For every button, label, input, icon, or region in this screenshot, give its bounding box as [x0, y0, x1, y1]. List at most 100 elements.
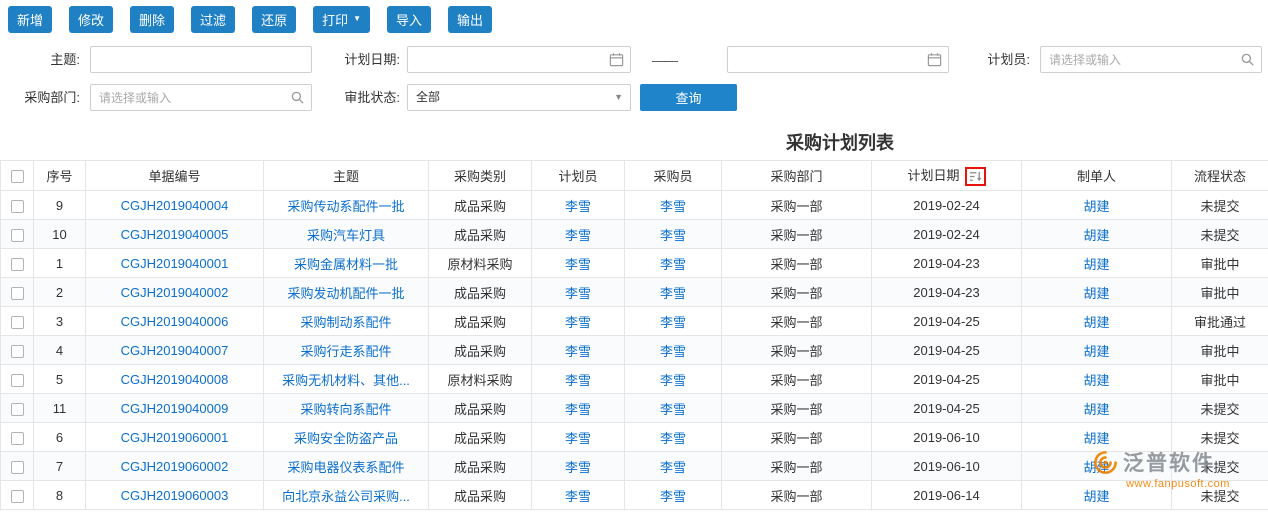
subject-link[interactable]: 采购无机材料、其他...	[282, 373, 410, 388]
planner-link[interactable]: 李雪	[565, 315, 591, 330]
add-button[interactable]: 新增	[8, 5, 53, 33]
planner-cell: 李雪	[531, 393, 625, 423]
purchaser-link[interactable]: 李雪	[660, 489, 686, 504]
subject-cell: 采购转向系配件	[263, 393, 429, 423]
subject-link[interactable]: 向北京永益公司采购...	[282, 489, 410, 504]
purchaser-link[interactable]: 李雪	[660, 315, 686, 330]
creator-link[interactable]: 胡建	[1083, 344, 1109, 359]
plan-date-label: 计划日期:	[344, 52, 400, 67]
header-plan-date[interactable]: 计划日期	[871, 160, 1022, 191]
row-checkbox[interactable]	[10, 431, 24, 445]
doc_no-link[interactable]: CGJH2019040001	[121, 256, 229, 271]
row-checkbox[interactable]	[10, 373, 24, 387]
row-checkbox[interactable]	[10, 402, 24, 416]
subject-link[interactable]: 采购发动机配件一批	[287, 286, 404, 301]
row-checkbox[interactable]	[10, 315, 24, 329]
purchaser-link[interactable]: 李雪	[660, 373, 686, 388]
table-row: 2 CGJH2019040002 采购发动机配件一批 成品采购 李雪 李雪 采购一部 2019…	[0, 277, 1268, 307]
doc_no-link[interactable]: CGJH2019060003	[121, 488, 229, 503]
planner-link[interactable]: 李雪	[565, 257, 591, 272]
subject-link[interactable]: 采购汽车灯具	[307, 228, 385, 243]
doc_no-link[interactable]: CGJH2019060001	[121, 430, 229, 445]
filter-button[interactable]: 过滤	[191, 5, 236, 33]
row-checkbox[interactable]	[10, 199, 24, 213]
row-checkbox[interactable]	[10, 228, 24, 242]
row-checkbox[interactable]	[10, 460, 24, 474]
planner-label: 计划员:	[987, 52, 1030, 67]
import-button[interactable]: 导入	[387, 5, 432, 33]
plan-date-to-input[interactable]	[727, 46, 949, 73]
plan_date-cell: 2019-04-25	[871, 306, 1022, 336]
creator-link[interactable]: 胡建	[1083, 199, 1109, 214]
plan_date-cell: 2019-02-24	[871, 219, 1022, 249]
creator-link[interactable]: 胡建	[1083, 373, 1109, 388]
planner-link[interactable]: 李雪	[565, 199, 591, 214]
doc_no-link[interactable]: CGJH2019040009	[121, 401, 229, 416]
doc_no-link[interactable]: CGJH2019040005	[121, 227, 229, 242]
purchaser-link[interactable]: 李雪	[660, 460, 686, 475]
plan-date-from-input[interactable]	[407, 46, 631, 73]
creator-link[interactable]: 胡建	[1083, 257, 1109, 272]
planner-link[interactable]: 李雪	[565, 431, 591, 446]
subject-link[interactable]: 采购金属材料一批	[294, 257, 398, 272]
creator-link[interactable]: 胡建	[1083, 286, 1109, 301]
subject-link[interactable]: 采购电器仪表系配件	[287, 460, 404, 475]
planner-input[interactable]	[1040, 46, 1262, 73]
doc_no-link[interactable]: CGJH2019040004	[121, 198, 229, 213]
planner-link[interactable]: 李雪	[565, 228, 591, 243]
subject-link[interactable]: 采购行走系配件	[300, 344, 391, 359]
query-button[interactable]: 查询	[640, 84, 737, 111]
subject-link[interactable]: 采购转向系配件	[300, 402, 391, 417]
creator-link[interactable]: 胡建	[1083, 315, 1109, 330]
department-input-wrap	[90, 84, 312, 111]
annotation-box	[964, 167, 986, 187]
planner-link[interactable]: 李雪	[565, 286, 591, 301]
delete-button[interactable]: 删除	[130, 5, 175, 33]
doc_no-link[interactable]: CGJH2019040006	[121, 314, 229, 329]
creator-link[interactable]: 胡建	[1083, 431, 1109, 446]
modify-button[interactable]: 修改	[69, 5, 114, 33]
restore-button[interactable]: 还原	[252, 5, 297, 33]
planner-link[interactable]: 李雪	[565, 460, 591, 475]
creator-link[interactable]: 胡建	[1083, 228, 1109, 243]
creator-link[interactable]: 胡建	[1083, 402, 1109, 417]
planner-link[interactable]: 李雪	[565, 344, 591, 359]
doc_no-link[interactable]: CGJH2019040008	[121, 372, 229, 387]
creator-link[interactable]: 胡建	[1083, 460, 1109, 475]
doc_no-link[interactable]: CGJH2019060002	[121, 459, 229, 474]
row-checkbox[interactable]	[10, 257, 24, 271]
table-row: 6 CGJH2019060001 采购安全防盗产品 成品采购 李雪 李雪 采购一部 2019-…	[0, 422, 1268, 452]
approval-status-select[interactable]: 全部 ▼	[407, 84, 631, 111]
purchaser-link[interactable]: 李雪	[660, 199, 686, 214]
department-input[interactable]	[90, 84, 312, 111]
subject-link[interactable]: 采购制动系配件	[300, 315, 391, 330]
subject-input[interactable]	[90, 46, 312, 73]
purchaser-link[interactable]: 李雪	[660, 257, 686, 272]
purchaser-link[interactable]: 李雪	[660, 344, 686, 359]
doc_no-link[interactable]: CGJH2019040002	[121, 285, 229, 300]
subject-link[interactable]: 采购传动系配件一批	[287, 199, 404, 214]
planner-link[interactable]: 李雪	[565, 402, 591, 417]
row-checkbox[interactable]	[10, 344, 24, 358]
purchaser-link[interactable]: 李雪	[660, 431, 686, 446]
export-button[interactable]: 输出	[448, 5, 493, 33]
subject-cell: 采购汽车灯具	[263, 219, 429, 249]
print-button[interactable]: 打印 ▼	[313, 5, 371, 33]
purchaser-link[interactable]: 李雪	[660, 286, 686, 301]
subject-link[interactable]: 采购安全防盗产品	[294, 431, 398, 446]
table-row: 10 CGJH2019040005 采购汽车灯具 成品采购 李雪 李雪 采购一部 2019-0…	[0, 219, 1268, 249]
status-cell: 未提交	[1171, 190, 1268, 220]
category-cell: 成品采购	[428, 451, 532, 481]
doc_no-link[interactable]: CGJH2019040007	[121, 343, 229, 358]
planner-link[interactable]: 李雪	[565, 489, 591, 504]
planner-link[interactable]: 李雪	[565, 373, 591, 388]
sort-icon[interactable]	[969, 170, 982, 183]
purchaser-link[interactable]: 李雪	[660, 228, 686, 243]
planner-input-wrap	[1040, 46, 1262, 73]
creator-link[interactable]: 胡建	[1083, 489, 1109, 504]
header-checkbox[interactable]	[10, 170, 24, 184]
row-checkbox[interactable]	[10, 286, 24, 300]
purchaser-link[interactable]: 李雪	[660, 402, 686, 417]
header-doc-no: 单据编号	[85, 160, 264, 191]
row-checkbox[interactable]	[10, 489, 24, 503]
